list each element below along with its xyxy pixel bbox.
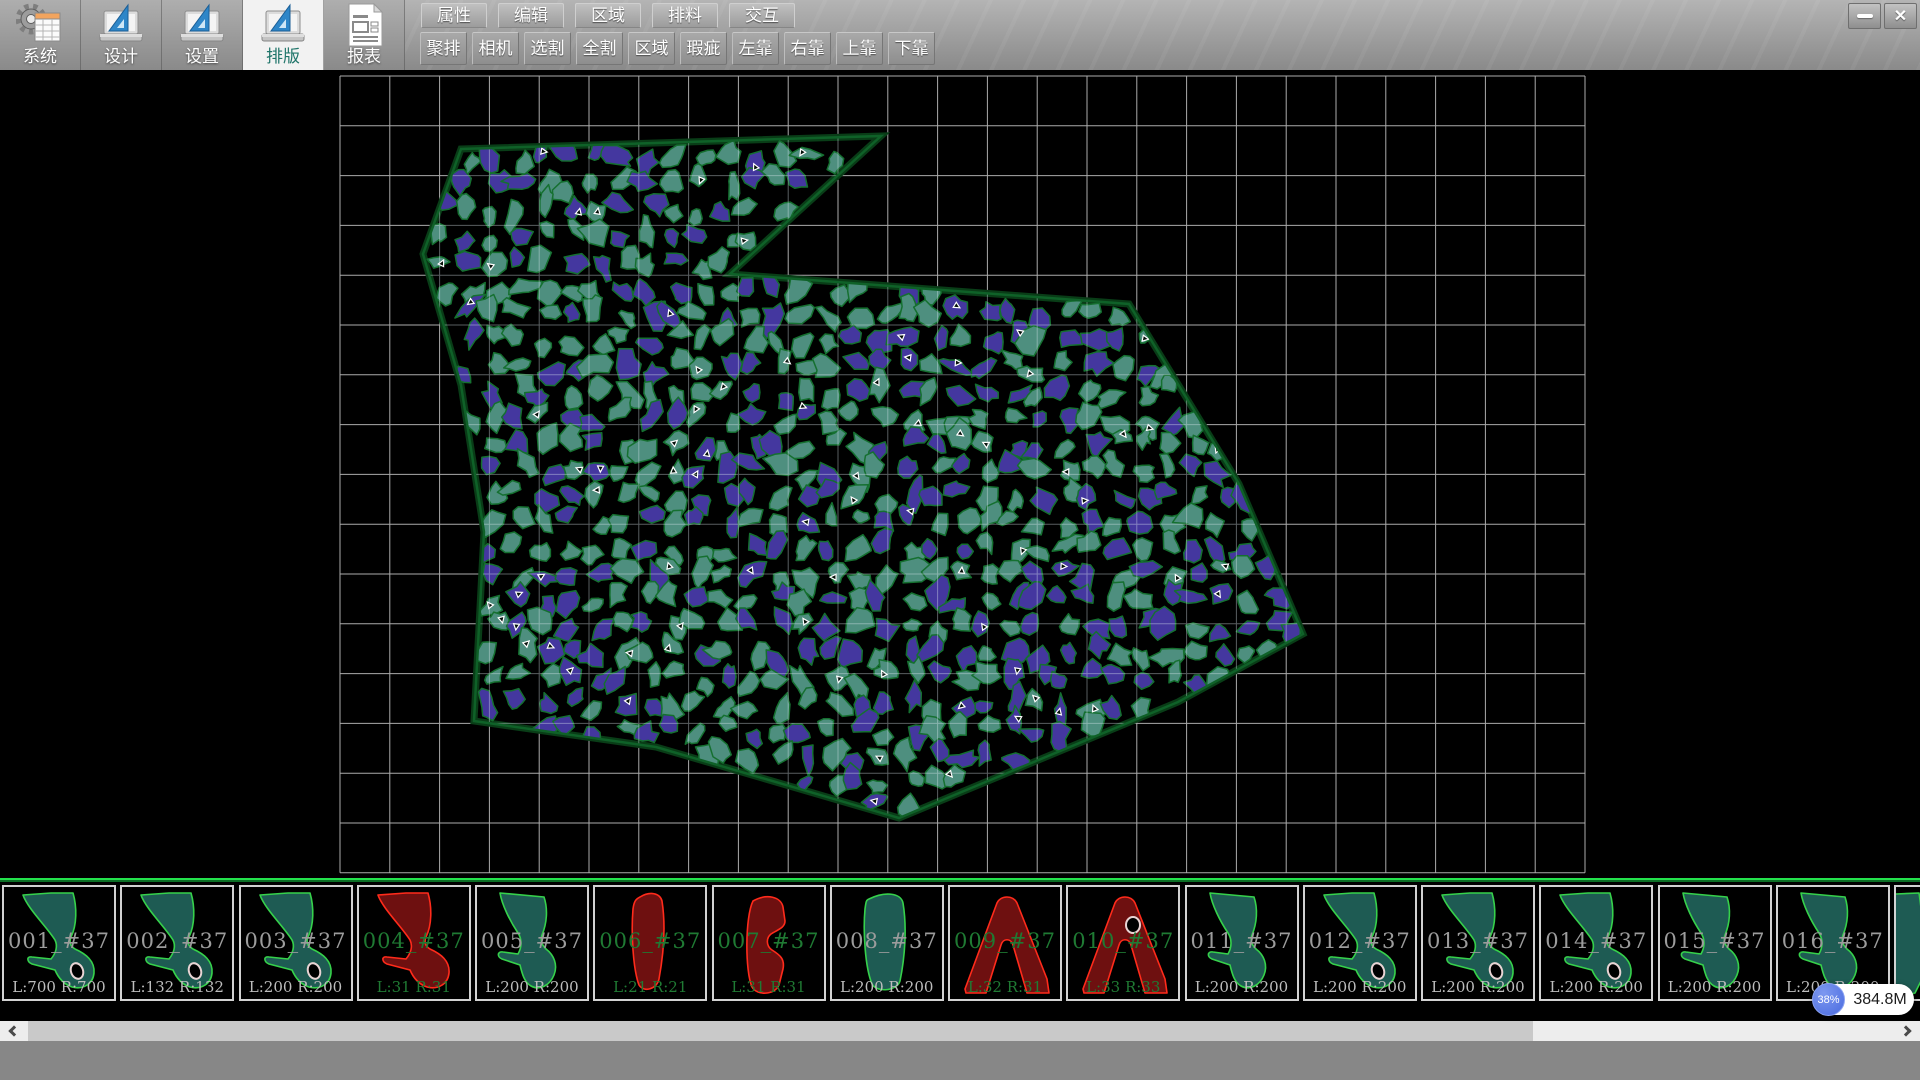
progress-badge: 38% [1812, 983, 1845, 1016]
nesting-canvas[interactable] [0, 70, 1920, 878]
minimize-icon [1857, 14, 1873, 18]
tool-align-top[interactable]: 上靠 [836, 32, 883, 65]
nav-item-label: 排版 [243, 42, 323, 67]
ribbon-tabs: 属性编辑区域排料交互 [421, 3, 795, 28]
piece-id: 013_#37 [1423, 929, 1533, 953]
piece-lr-count: L:132 R:132 [122, 978, 232, 996]
nav-item-settings[interactable]: 设置 [162, 0, 243, 70]
scrollbar-thumb[interactable] [28, 1021, 1533, 1041]
toolbar: 系统设计设置排版报表 属性编辑区域排料交互 聚排相机选割全割区域瑕疵左靠右靠上靠… [0, 0, 1920, 71]
piece-thumbnail-4[interactable]: 004_#37 L:31 R:31 [357, 885, 471, 1001]
tool-cut-all[interactable]: 全割 [576, 32, 623, 65]
piece-id: 007_#37 [714, 929, 824, 953]
piece-id: 012_#37 [1305, 929, 1415, 953]
piece-thumbnail-13[interactable]: 013_#37 L:200 R:200 [1421, 885, 1535, 1001]
nav-item-label: 系统 [0, 42, 80, 67]
tool-align-right[interactable]: 右靠 [784, 32, 831, 65]
piece-lr-count: L:21 R:21 [595, 978, 705, 996]
piece-filmstrip: 001_#37 L:700 R:700 002_#37 L:132 R:132 003_… [0, 878, 1920, 1021]
tool-camera[interactable]: 相机 [472, 32, 519, 65]
horizontal-scrollbar[interactable] [0, 1021, 1920, 1041]
piece-lr-count: L:200 R:200 [1305, 978, 1415, 996]
tool-buttons: 聚排相机选割全割区域瑕疵左靠右靠上靠下靠 [420, 32, 935, 65]
piece-id: 005_#37 [477, 929, 587, 953]
piece-thumbnail-7[interactable]: 007_#37 L:31 R:31 [712, 885, 826, 1001]
piece-id: 003_#37 [241, 929, 351, 953]
piece-id: 014_#37 [1541, 929, 1651, 953]
tool-defect[interactable]: 瑕疵 [680, 32, 727, 65]
progress-percent: 38% [1817, 994, 1839, 1006]
piece-thumbnail-11[interactable]: 011_#37 L:200 R:200 [1185, 885, 1299, 1001]
piece-id: 010_#37 [1068, 929, 1178, 953]
app-window: 系统设计设置排版报表 属性编辑区域排料交互 聚排相机选割全割区域瑕疵左靠右靠上靠… [0, 0, 1920, 1080]
nav-item-design[interactable]: 设计 [81, 0, 162, 70]
piece-thumbnail-2[interactable]: 002_#37 L:132 R:132 [120, 885, 234, 1001]
chevron-left-icon [8, 1025, 19, 1036]
nav-item-layout[interactable]: 排版 [243, 0, 324, 70]
piece-lr-count: L:200 R:200 [1423, 978, 1533, 996]
tab-nesting[interactable]: 排料 [652, 3, 718, 28]
piece-thumbnail-3[interactable]: 003_#37 L:200 R:200 [239, 885, 353, 1001]
tab-properties[interactable]: 属性 [421, 3, 487, 28]
piece-thumbnail-6[interactable]: 006_#37 L:21 R:21 [593, 885, 707, 1001]
tab-edit[interactable]: 编辑 [498, 3, 564, 28]
piece-id: 008_#37 [832, 929, 942, 953]
piece-id: 016_#37 [1778, 929, 1888, 953]
tab-interact[interactable]: 交互 [729, 3, 795, 28]
piece-lr-count: L:31 R:31 [359, 978, 469, 996]
main-nav: 系统设计设置排版报表 [0, 0, 405, 70]
piece-thumbnail-1[interactable]: 001_#37 L:700 R:700 [2, 885, 116, 1001]
piece-id: 004_#37 [359, 929, 469, 953]
piece-thumbnail-5[interactable]: 005_#37 L:200 R:200 [475, 885, 589, 1001]
close-icon: ✕ [1894, 6, 1907, 26]
window-controls: ✕ [1848, 3, 1917, 29]
tab-region[interactable]: 区域 [575, 3, 641, 28]
piece-id: 015_#37 [1660, 929, 1770, 953]
piece-id: 002_#37 [122, 929, 232, 953]
piece-lr-count: L:200 R:200 [477, 978, 587, 996]
nav-item-label: 报表 [324, 42, 404, 67]
tool-cluster-nest[interactable]: 聚排 [420, 32, 467, 65]
piece-lr-count: L:200 R:200 [241, 978, 351, 996]
piece-thumbnail-15[interactable]: 015_#37 L:200 R:200 [1658, 885, 1772, 1001]
piece-lr-count: L:31 R:31 [714, 978, 824, 996]
tool-region[interactable]: 区域 [628, 32, 675, 65]
tool-align-left[interactable]: 左靠 [732, 32, 779, 65]
nav-item-label: 设计 [81, 42, 161, 67]
piece-id: 006_#37 [595, 929, 705, 953]
piece-lr-count: L:200 R:200 [1660, 978, 1770, 996]
piece-thumbnail-12[interactable]: 012_#37 L:200 R:200 [1303, 885, 1417, 1001]
piece-shape [1896, 887, 1920, 999]
piece-lr-count: L:200 R:200 [1187, 978, 1297, 996]
nav-item-label: 设置 [162, 42, 242, 67]
scroll-right-button[interactable] [1892, 1021, 1920, 1041]
chevron-right-icon [1900, 1025, 1911, 1036]
piece-id: 009_#37 [950, 929, 1060, 953]
nav-item-system[interactable]: 系统 [0, 0, 81, 70]
status-bar [0, 1041, 1920, 1080]
tool-select-cut[interactable]: 选割 [524, 32, 571, 65]
piece-thumbnail-8[interactable]: 008_#37 L:200 R:200 [830, 885, 944, 1001]
piece-thumbnail-9[interactable]: 009_#37 L:32 R:31 [948, 885, 1062, 1001]
nav-item-report[interactable]: 报表 [324, 0, 405, 70]
piece-lr-count: L:32 R:31 [950, 978, 1060, 996]
memory-value: 384.8M [1849, 991, 1911, 1009]
piece-lr-count: L:200 R:200 [832, 978, 942, 996]
piece-id: 011_#37 [1187, 929, 1297, 953]
piece-lr-count: L:700 R:700 [4, 978, 114, 996]
close-button[interactable]: ✕ [1884, 3, 1917, 29]
piece-lr-count: L:200 R:200 [1541, 978, 1651, 996]
piece-id: 001_#37 [4, 929, 114, 953]
piece-thumbnail-10[interactable]: 010_#37 L:33 R:33 [1066, 885, 1180, 1001]
nesting-canvas-svg [0, 70, 1920, 878]
tool-align-bottom[interactable]: 下靠 [888, 32, 935, 65]
scroll-left-button[interactable] [0, 1021, 28, 1041]
minimize-button[interactable] [1848, 3, 1881, 29]
piece-thumbnail-14[interactable]: 014_#37 L:200 R:200 [1539, 885, 1653, 1001]
filmstrip-top-border-2 [0, 880, 1920, 882]
piece-lr-count: L:33 R:33 [1068, 978, 1178, 996]
